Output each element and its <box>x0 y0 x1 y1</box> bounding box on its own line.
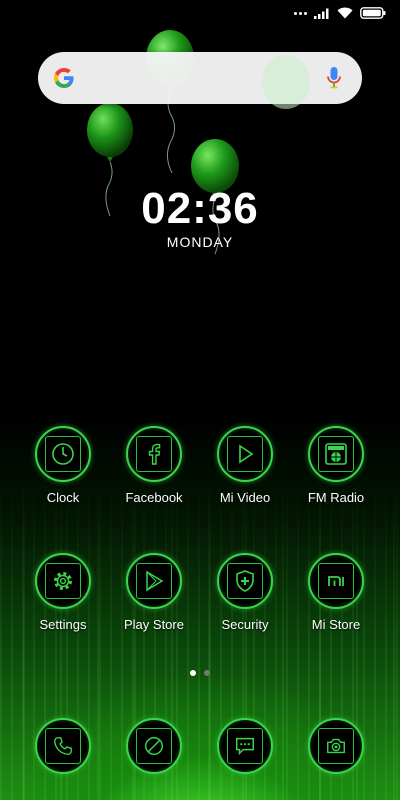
signal-icon <box>314 8 329 19</box>
clock-icon <box>52 443 74 465</box>
mi-store-icon <box>328 576 344 586</box>
dock-phone[interactable] <box>17 718 109 774</box>
google-g-icon <box>54 68 74 88</box>
dock-messages[interactable] <box>199 718 291 774</box>
shield-icon <box>236 570 254 592</box>
clock-day: MONDAY <box>166 234 234 250</box>
balloon-4 <box>262 55 310 109</box>
app-label: FM Radio <box>307 490 365 505</box>
battery-icon <box>360 7 386 19</box>
app-settings[interactable]: Settings <box>17 553 109 632</box>
app-mi-store[interactable]: Mi Store <box>290 553 382 632</box>
dock-browser[interactable] <box>108 718 200 774</box>
page-dot[interactable] <box>204 670 210 676</box>
app-mi-video[interactable]: Mi Video <box>199 426 291 505</box>
page-dot-active[interactable] <box>190 670 196 676</box>
messages-icon <box>236 737 254 756</box>
app-label: Security <box>221 617 269 632</box>
browser-icon <box>145 737 163 755</box>
app-facebook[interactable]: Facebook <box>108 426 200 505</box>
radio-icon <box>325 443 347 465</box>
app-security[interactable]: Security <box>199 553 291 632</box>
camera-icon <box>327 738 345 754</box>
more-dots-icon <box>294 11 307 15</box>
status-bar <box>0 0 400 30</box>
play-store-icon <box>146 570 164 592</box>
clock-time[interactable]: 02:36 <box>0 184 400 234</box>
play-icon <box>239 444 254 464</box>
app-label: Facebook <box>125 490 183 505</box>
app-play-store[interactable]: Play Store <box>108 553 200 632</box>
mic-icon[interactable] <box>326 66 342 90</box>
dock-camera[interactable] <box>290 718 382 774</box>
page-indicator[interactable] <box>0 670 400 676</box>
app-label: Mi Video <box>219 490 271 505</box>
gear-icon <box>54 572 72 590</box>
app-label: Clock <box>46 490 80 505</box>
wifi-icon <box>337 7 353 19</box>
app-label: Mi Store <box>311 617 361 632</box>
google-search-bar[interactable] <box>38 52 362 109</box>
app-fm-radio[interactable]: FM Radio <box>290 426 382 505</box>
facebook-icon <box>148 443 161 465</box>
app-clock[interactable]: Clock <box>17 426 109 505</box>
phone-icon <box>54 737 72 755</box>
app-label: Play Store <box>124 617 184 632</box>
app-label: Settings <box>39 617 87 632</box>
